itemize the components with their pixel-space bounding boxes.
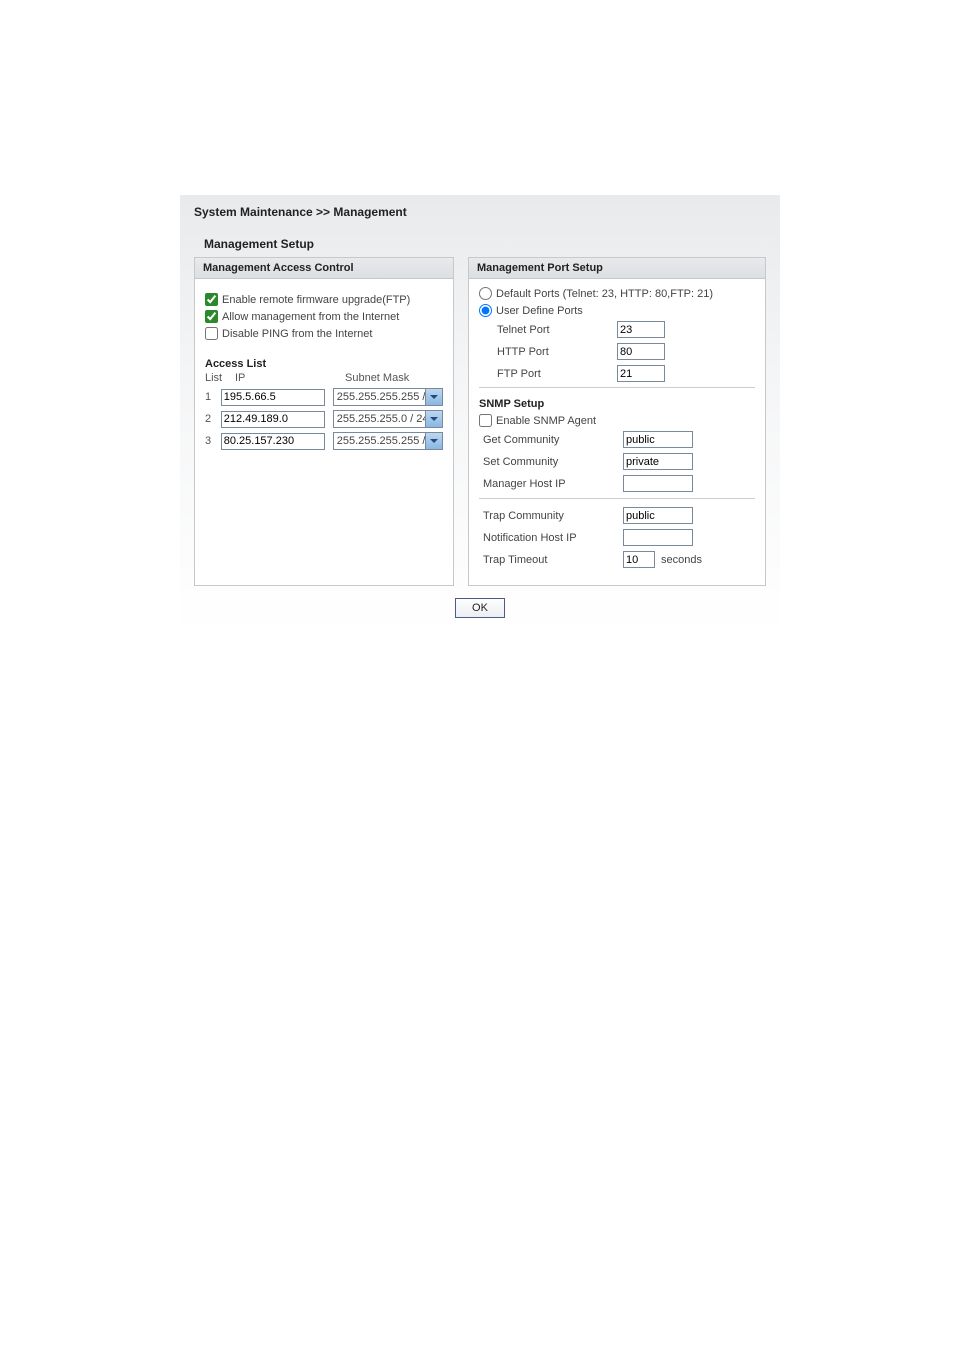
enable-snmp-label: Enable SNMP Agent [496,415,596,427]
breadcrumb: System Maintenance >> Management [194,205,766,219]
allow-internet-mgmt-checkbox[interactable] [205,310,218,323]
access-control-header: Management Access Control [195,258,453,279]
mask-select-1[interactable]: 255.255.255.255 / 32 [333,388,443,406]
mask-select-2[interactable]: 255.255.255.0 / 24 [333,410,443,428]
management-panel: System Maintenance >> Management Managem… [180,195,780,632]
list-row: 2 255.255.255.0 / 24 [205,410,443,428]
col-list: List [205,372,235,384]
col-ip: IP [235,372,339,384]
trap-timeout-unit: seconds [655,554,702,566]
manager-host-ip-label: Manager Host IP [479,478,623,490]
mask-select-3[interactable]: 255.255.255.255 / 32 [333,432,443,450]
trap-community-input[interactable] [623,507,693,524]
chevron-down-icon[interactable] [425,433,442,449]
trap-timeout-input[interactable] [623,551,655,568]
notification-host-ip-label: Notification Host IP [479,532,623,544]
access-list-title: Access List [205,358,443,370]
divider [479,498,755,499]
chevron-down-icon[interactable] [425,389,442,405]
divider [479,387,755,388]
row-index: 1 [205,391,221,403]
port-setup-panel: Management Port Setup Default Ports (Tel… [468,257,766,586]
http-port-label: HTTP Port [497,346,617,358]
col-mask: Subnet Mask [339,372,443,384]
ok-button[interactable]: OK [455,598,505,618]
ip-input-2[interactable] [221,411,325,428]
disable-ping-label: Disable PING from the Internet [222,328,372,340]
list-row: 3 255.255.255.255 / 32 [205,432,443,450]
user-define-ports-radio[interactable] [479,304,492,317]
ftp-port-input[interactable] [617,365,665,382]
snmp-setup-title: SNMP Setup [479,398,755,410]
telnet-port-label: Telnet Port [497,324,617,336]
allow-internet-mgmt-label: Allow management from the Internet [222,311,399,323]
get-community-input[interactable] [623,431,693,448]
disable-ping-checkbox[interactable] [205,327,218,340]
trap-timeout-label: Trap Timeout [479,554,623,566]
default-ports-radio[interactable] [479,287,492,300]
default-ports-label: Default Ports (Telnet: 23, HTTP: 80,FTP:… [496,288,713,300]
http-port-input[interactable] [617,343,665,360]
ip-input-3[interactable] [221,433,325,450]
ftp-port-label: FTP Port [497,368,617,380]
mask-value-2: 255.255.255.0 / 24 [337,413,429,425]
row-index: 3 [205,435,221,447]
get-community-label: Get Community [479,434,623,446]
ip-input-1[interactable] [221,389,325,406]
set-community-input[interactable] [623,453,693,470]
enable-snmp-checkbox[interactable] [479,414,492,427]
notification-host-ip-input[interactable] [623,529,693,546]
access-control-panel: Management Access Control Enable remote … [194,257,454,586]
user-define-ports-label: User Define Ports [496,305,583,317]
enable-ftp-upgrade-label: Enable remote firmware upgrade(FTP) [222,294,410,306]
port-setup-header: Management Port Setup [469,258,765,279]
set-community-label: Set Community [479,456,623,468]
manager-host-ip-input[interactable] [623,475,693,492]
row-index: 2 [205,413,221,425]
telnet-port-input[interactable] [617,321,665,338]
chevron-down-icon[interactable] [425,411,442,427]
list-row: 1 255.255.255.255 / 32 [205,388,443,406]
enable-ftp-upgrade-checkbox[interactable] [205,293,218,306]
trap-community-label: Trap Community [479,510,623,522]
setup-title: Management Setup [194,237,766,251]
